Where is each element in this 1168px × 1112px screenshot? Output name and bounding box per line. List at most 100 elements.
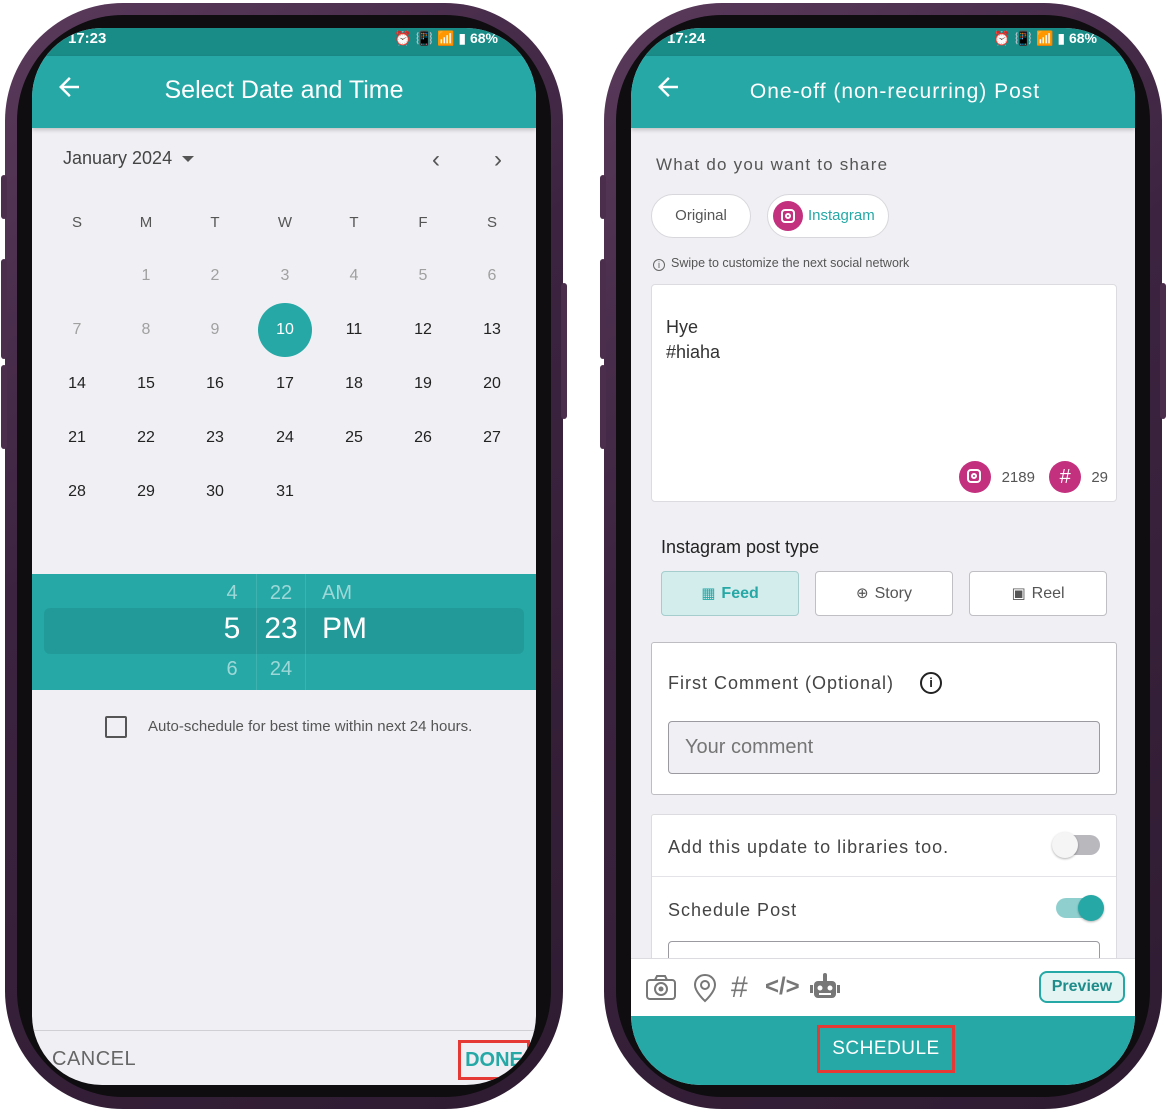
first-comment-label: First Comment (Optional) [668,673,895,693]
calendar-day[interactable]: 22 [118,411,174,465]
power-button [1160,283,1166,419]
weekday-label: S [486,214,497,231]
weekday-label: W [277,214,293,231]
post-text-line: Hye [666,317,699,337]
calendar-day[interactable]: 23 [187,411,243,465]
volume-button [1,175,7,219]
weekday-label: F [418,214,428,231]
schedule-row: Schedule Post [652,878,1116,940]
calendar-day[interactable]: 28 [49,465,105,519]
libraries-row: Add this update to libraries too. [652,815,1116,877]
calendar-day[interactable]: 12 [395,303,451,357]
toggle-knob [1078,895,1104,921]
calendar-day[interactable]: 8 [118,303,174,357]
post-type-reel-label: Reel [1031,585,1065,602]
calendar-day[interactable]: 17 [257,357,313,411]
calendar-day[interactable]: 6 [464,249,520,303]
info-icon[interactable]: i [920,672,942,694]
cancel-button[interactable]: CANCEL [52,1048,136,1071]
post-text-area[interactable]: Hye #hiaha 2189 # 29 [651,284,1117,502]
calendar-day[interactable]: 24 [257,411,313,465]
libraries-toggle[interactable] [1052,832,1100,858]
post-type-label: Instagram post type [661,537,820,557]
char-count: 2189 [1001,468,1035,486]
post-type-feed-button[interactable]: ▦ Feed [661,571,799,616]
grid-icon: ▦ [701,585,716,602]
calendar-day[interactable]: 3 [257,249,313,303]
calendar-day[interactable]: 29 [118,465,174,519]
prev-month-chevron-icon[interactable]: ‹ [432,146,440,174]
calendar-day[interactable]: 19 [395,357,451,411]
post-type-feed-label: Feed [721,585,759,602]
preview-button[interactable]: Preview [1039,971,1125,1003]
calendar-day[interactable]: 1 [118,249,174,303]
story-icon: ⊕ [856,585,869,602]
dropdown-caret-icon [182,156,195,163]
calendar-day[interactable]: 31 [257,465,313,519]
next-month-chevron-icon[interactable]: › [494,146,502,174]
calendar-day[interactable]: 9 [187,303,243,357]
month-selector[interactable]: January 2024 [63,148,195,169]
side-button [600,259,606,359]
side-button [1,365,7,449]
calendar-day[interactable]: 13 [464,303,520,357]
ampm-prev: AM [322,582,352,604]
hashtag-count: 29 [1091,468,1108,486]
hour-next: 6 [226,658,238,680]
hashtag-icon: # [1049,461,1082,493]
post-type-reel-button[interactable]: ▣ Reel [969,571,1107,616]
schedule-label: Schedule Post [668,900,798,920]
calendar-day[interactable]: 30 [187,465,243,519]
calendar-day[interactable]: 21 [49,411,105,465]
calendar-day[interactable]: 27 [464,411,520,465]
page-title: Select Date and Time [164,76,404,104]
code-icon[interactable]: </> [765,973,800,1001]
status-icons: ⏰ 📳 📶 ▮ 68% [993,30,1097,46]
calendar-day[interactable]: 11 [326,303,382,357]
calendar-day[interactable]: 18 [326,357,382,411]
status-icons: ⏰ 📳 📶 ▮ 68% [394,30,498,46]
ampm-value: PM [322,612,367,645]
share-section-title: What do you want to share [656,155,889,174]
hashtag-icon[interactable]: # [731,971,748,1005]
minute-wheel[interactable]: 22 23 24 [256,574,306,690]
post-type-story-button[interactable]: ⊕ Story [815,571,953,616]
calendar-day[interactable]: 15 [118,357,174,411]
auto-schedule-label: Auto-schedule for best time within next … [148,718,473,735]
schedule-button[interactable]: SCHEDULE [817,1025,955,1073]
chip-original[interactable]: Original [651,194,751,238]
done-button[interactable]: DONE [458,1040,530,1080]
info-icon: i [653,259,665,271]
chip-instagram[interactable]: Instagram [767,194,889,238]
weekday-label: S [71,214,82,231]
app-bar: Select Date and Time [32,56,536,128]
swipe-hint: i Swipe to customize the next social netw… [653,256,909,271]
calendar-day[interactable]: 25 [326,411,382,465]
weekday-label: T [349,214,359,231]
calendar-day[interactable]: 14 [49,357,105,411]
auto-schedule-checkbox[interactable] [105,716,127,738]
hour-prev: 4 [226,582,238,604]
robot-icon[interactable] [809,973,841,1001]
toggle-knob [1052,832,1078,858]
calendar-day[interactable]: 26 [395,411,451,465]
post-type-story-label: Story [874,585,912,602]
instagram-icon [773,201,803,231]
ampm-wheel[interactable]: AM PM [312,574,382,690]
calendar-day-selected[interactable]: 10 [257,303,313,357]
calendar-day[interactable]: 5 [395,249,451,303]
time-picker[interactable]: 4 5 6 22 23 24 AM PM [32,574,536,690]
weekday-label: M [139,214,153,231]
calendar-day[interactable]: 4 [326,249,382,303]
camera-icon[interactable] [645,975,677,1001]
instagram-icon [959,461,992,493]
calendar-day[interactable]: 7 [49,303,105,357]
calendar-day[interactable]: 20 [464,357,520,411]
hour-wheel[interactable]: 4 5 6 [212,574,252,690]
schedule-toggle[interactable] [1056,895,1104,921]
calendar-day[interactable]: 16 [187,357,243,411]
location-pin-icon[interactable] [693,973,717,1003]
first-comment-input[interactable] [668,721,1100,774]
calendar-day[interactable]: 2 [187,249,243,303]
minute-next: 24 [269,658,293,680]
